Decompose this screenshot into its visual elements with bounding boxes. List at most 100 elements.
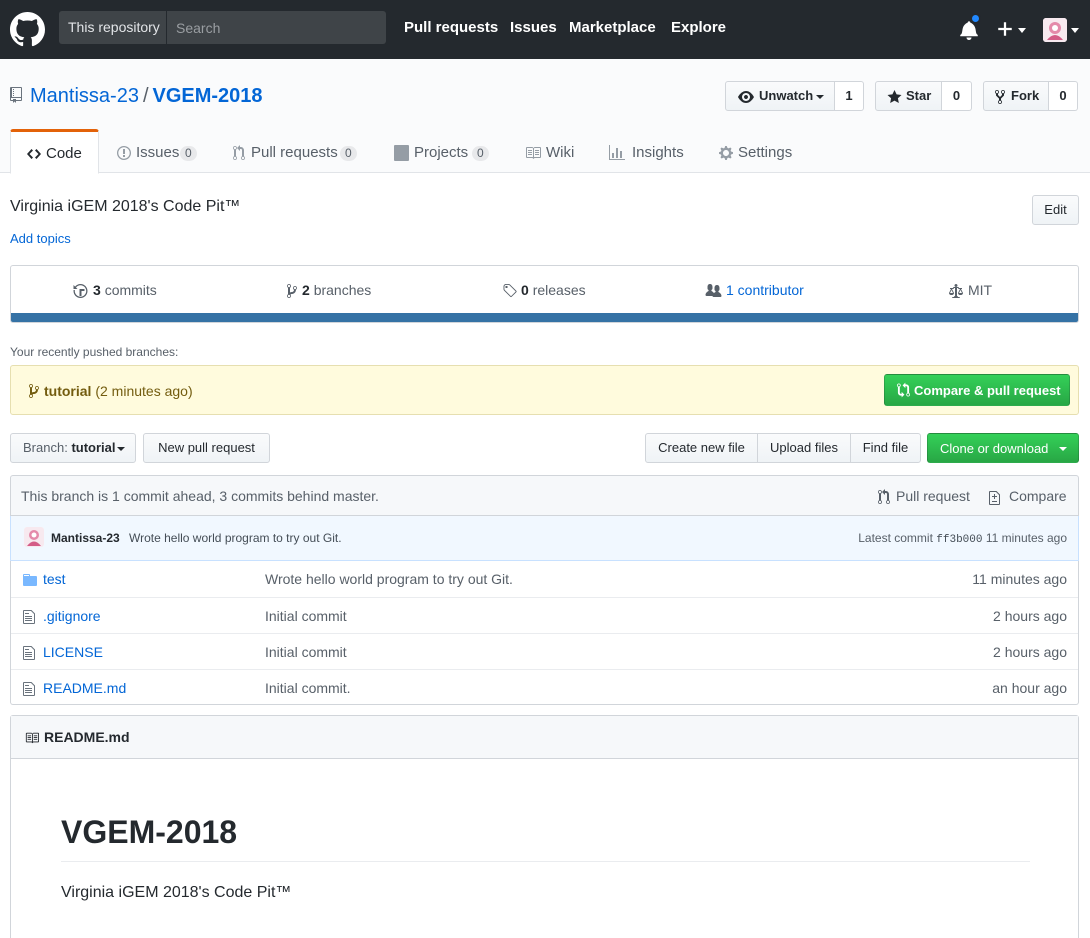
watch-count[interactable]: 1 bbox=[835, 81, 864, 111]
edit-description-button[interactable]: Edit bbox=[1032, 195, 1079, 225]
commit-age: 11 minutes ago bbox=[985, 531, 1067, 545]
plus-icon[interactable] bbox=[996, 20, 1014, 38]
fork-button[interactable]: Fork bbox=[983, 81, 1049, 111]
file-row: .gitignore Initial commit 2 hours ago bbox=[11, 597, 1078, 633]
book-icon bbox=[526, 147, 541, 159]
tab-issues[interactable]: Issues 0 bbox=[108, 129, 208, 173]
branch-prefix: Branch: bbox=[23, 440, 68, 455]
repo-name-link[interactable]: VGEM-2018 bbox=[153, 85, 263, 107]
commit-author-avatar[interactable] bbox=[24, 527, 44, 547]
pull-request-icon bbox=[878, 489, 890, 504]
file-list: test Wrote hello world program to try ou… bbox=[10, 561, 1079, 705]
language-color-bar[interactable] bbox=[11, 313, 1078, 322]
commit-meta: Latest commit ff3b000 11 minutes ago bbox=[858, 531, 1067, 546]
tab-insights-label: Insights bbox=[632, 144, 684, 161]
global-header: This repository Pull requests Issues Mar… bbox=[0, 0, 1090, 59]
releases-label: releases bbox=[532, 282, 586, 298]
tab-settings[interactable]: Settings bbox=[710, 129, 810, 173]
upload-files-button[interactable]: Upload files bbox=[757, 433, 851, 463]
readme-filename[interactable]: README.md bbox=[44, 729, 130, 745]
new-pull-request-button[interactable]: New pull request bbox=[143, 433, 270, 463]
github-logo-icon[interactable] bbox=[10, 12, 45, 47]
compare-icon bbox=[897, 382, 910, 398]
recent-branch-banner: tutorial (2 minutes ago) Compare & pull … bbox=[10, 365, 1079, 415]
latest-commit-bar: Mantissa-23 Wrote hello world program to… bbox=[10, 516, 1079, 561]
branch-pull-request-label: Pull request bbox=[896, 488, 970, 504]
star-count[interactable]: 0 bbox=[942, 81, 972, 111]
file-commit-message[interactable]: Initial commit bbox=[265, 644, 347, 660]
file-name[interactable]: README.md bbox=[43, 680, 126, 696]
watch-button[interactable]: Unwatch bbox=[725, 81, 835, 111]
compare-pull-request-button[interactable]: Compare & pull request bbox=[884, 374, 1070, 406]
branch-status-text: This branch is 1 commit ahead, 3 commits… bbox=[21, 488, 379, 504]
file-age: 2 hours ago bbox=[993, 644, 1067, 660]
branches-count: 2 bbox=[302, 282, 310, 298]
file-commit-message[interactable]: Wrote hello world program to try out Git… bbox=[265, 571, 513, 587]
tab-pull-requests-label: Pull requests bbox=[251, 144, 338, 161]
tag-icon bbox=[503, 284, 517, 298]
law-icon bbox=[949, 284, 963, 298]
recent-branches-label: Your recently pushed branches: bbox=[10, 345, 179, 359]
search-scope-label[interactable]: This repository bbox=[59, 11, 167, 44]
issue-icon bbox=[117, 146, 131, 160]
star-button[interactable]: Star bbox=[875, 81, 942, 111]
tab-code-label: Code bbox=[46, 145, 82, 162]
commit-message[interactable]: Wrote hello world program to try out Git… bbox=[129, 531, 342, 545]
file-commit-message[interactable]: Initial commit. bbox=[265, 680, 351, 696]
file-name[interactable]: LICENSE bbox=[43, 644, 103, 660]
clone-download-button[interactable]: Clone or download bbox=[927, 433, 1079, 463]
recent-branch-name[interactable]: tutorial bbox=[44, 383, 91, 399]
branch-current: tutorial bbox=[71, 440, 116, 455]
tab-projects[interactable]: Projects 0 bbox=[385, 129, 495, 173]
file-commit-message[interactable]: Initial commit bbox=[265, 608, 347, 624]
license-label: MIT bbox=[968, 282, 993, 298]
fork-count[interactable]: 0 bbox=[1049, 81, 1078, 111]
readme-divider bbox=[61, 861, 1030, 862]
releases-count: 0 bbox=[521, 282, 529, 298]
book-icon bbox=[25, 732, 39, 744]
tab-issues-label: Issues bbox=[136, 144, 180, 161]
file-diff-icon bbox=[989, 491, 1000, 505]
search-input[interactable] bbox=[168, 11, 386, 44]
nav-pull-requests[interactable]: Pull requests bbox=[404, 19, 498, 36]
find-file-button[interactable]: Find file bbox=[850, 433, 921, 463]
readme-panel: README.md VGEM-2018 Virginia iGEM 2018's… bbox=[10, 715, 1079, 938]
tab-insights[interactable]: Insights bbox=[600, 129, 700, 173]
star-label: Star bbox=[906, 88, 932, 103]
fork-label: Fork bbox=[1011, 88, 1040, 103]
file-name[interactable]: .gitignore bbox=[43, 608, 101, 624]
file-row: test Wrote hello world program to try ou… bbox=[11, 561, 1078, 597]
nav-issues[interactable]: Issues bbox=[510, 19, 557, 36]
branch-infobar: This branch is 1 commit ahead, 3 commits… bbox=[10, 475, 1079, 516]
commit-author[interactable]: Mantissa-23 bbox=[51, 531, 120, 545]
nav-explore[interactable]: Explore bbox=[671, 19, 726, 36]
clone-download-label: Clone or download bbox=[940, 441, 1049, 456]
star-icon bbox=[887, 90, 902, 103]
file-row: README.md Initial commit. an hour ago bbox=[11, 669, 1078, 705]
create-menu-caret-icon[interactable] bbox=[1018, 28, 1026, 33]
tab-wiki-label: Wiki bbox=[546, 144, 575, 161]
branch-select-button[interactable]: Branch: tutorial bbox=[10, 433, 136, 463]
repo-icon bbox=[10, 87, 22, 103]
user-avatar[interactable] bbox=[1043, 18, 1067, 42]
commit-sha[interactable]: ff3b000 bbox=[936, 534, 982, 546]
file-age: 2 hours ago bbox=[993, 608, 1067, 624]
add-topics-link[interactable]: Add topics bbox=[10, 231, 71, 246]
repo-path-separator: / bbox=[142, 85, 149, 107]
branch-icon bbox=[287, 284, 297, 298]
nav-marketplace[interactable]: Marketplace bbox=[569, 19, 656, 36]
tab-code[interactable]: Code bbox=[10, 129, 99, 174]
tab-pull-requests[interactable]: Pull requests 0 bbox=[225, 129, 365, 173]
file-age: an hour ago bbox=[992, 680, 1067, 696]
create-new-file-button[interactable]: Create new file bbox=[645, 433, 758, 463]
file-name[interactable]: test bbox=[43, 571, 66, 587]
repo-owner-link[interactable]: Mantissa-23 bbox=[30, 85, 139, 107]
user-menu-caret-icon[interactable] bbox=[1071, 28, 1079, 33]
gear-icon bbox=[719, 146, 733, 160]
tab-issues-counter: 0 bbox=[180, 146, 197, 161]
tab-wiki[interactable]: Wiki bbox=[515, 129, 585, 173]
search-box: This repository bbox=[59, 11, 386, 44]
file-age: 11 minutes ago bbox=[972, 571, 1067, 587]
contributors-label: 1 contributor bbox=[726, 282, 804, 298]
fork-icon bbox=[995, 89, 1005, 105]
